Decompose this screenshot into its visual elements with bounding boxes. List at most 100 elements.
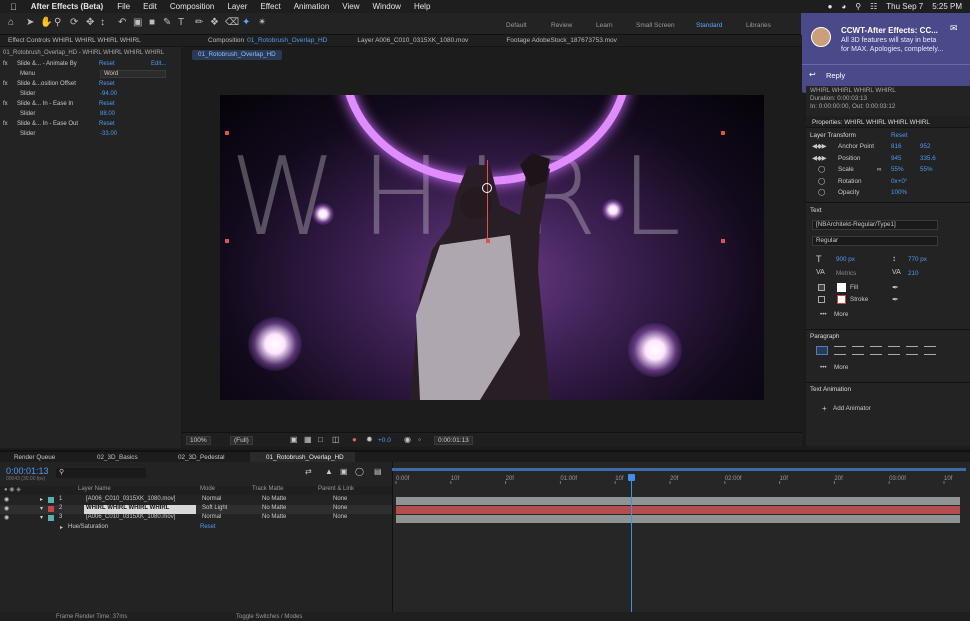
playhead-handle[interactable] [628,474,635,481]
layer-row[interactable]: ◉ ▾ 2 WHIRL WHIRL WHIRL WHIRL Soft Light… [0,505,392,514]
guides-icon[interactable]: ◫ [332,435,340,444]
stopwatch-icon[interactable]: ◯ [818,166,825,173]
reset-button[interactable]: Reset [99,81,115,87]
slider-value[interactable]: -33.00 [100,131,117,137]
composition-tab-label[interactable]: Composition [208,37,244,44]
stroke-eyedropper-icon[interactable]: ✒ [892,295,899,304]
fill-color-swatch[interactable] [837,283,846,292]
fx-icon[interactable]: fx [3,61,17,67]
position-y[interactable]: 335.6 [920,155,936,162]
transparency-grid-icon[interactable]: ▦ [304,435,312,444]
keyframe-nav-icon[interactable]: ◀◆▶ [812,143,827,150]
eye-icon[interactable]: ◉ [4,505,9,512]
reset-button[interactable]: Reset [99,121,115,127]
text-more-button[interactable]: More [834,311,848,318]
menu-file[interactable]: File [117,2,130,11]
type-tool-icon[interactable]: T [178,17,184,28]
color-channels-icon[interactable]: ● [352,435,357,444]
track-matte-dropdown[interactable]: No Matte [262,514,286,520]
mode-header[interactable]: Mode [200,486,215,492]
add-animator-button[interactable]: Add Animator [833,405,871,412]
notification-banner[interactable]: CCWT-After Effects: CC... All 3D feature… [801,13,970,93]
zoom-dropdown[interactable]: 100% [186,436,211,445]
effect-row-ease-out[interactable]: fx Slide &... In - Ease Out Reset [0,119,115,129]
reply-button[interactable]: Reply [826,71,845,80]
timeline-search-input[interactable]: ⚲ [56,468,146,478]
track-matte-header[interactable]: Track Matte [252,486,283,492]
layer-bar-1[interactable] [396,497,960,505]
app-name[interactable]: After Effects (Beta) [31,2,103,11]
composition-viewer[interactable]: WHIRL [220,95,764,400]
show-snapshot-icon[interactable]: ◦ [418,435,421,444]
workspace-default[interactable]: Default [506,22,527,29]
workspace-small-screen[interactable]: Small Screen [636,22,675,29]
zoom-tool-icon[interactable]: ⚲ [54,17,61,28]
font-size-value[interactable]: 900 px [836,256,855,263]
anchor-point-handle[interactable] [482,183,492,193]
tab-rotobrush-overlap[interactable]: 01_Rotobrush_Overlap_HD [266,454,344,461]
properties-header[interactable]: Properties: WHIRL WHIRL WHIRL WHIRL [812,119,930,126]
mask-visibility-icon[interactable]: □ [318,435,323,444]
label-color[interactable] [48,497,54,503]
menu-window[interactable]: Window [372,2,400,11]
search-icon[interactable]: ⚲ [855,2,861,11]
shy-layers-icon[interactable]: ▣ [340,467,348,476]
motion-blur-icon[interactable]: ◯ [355,467,364,476]
edit-button[interactable]: Edit... [151,61,166,67]
track-matte-dropdown[interactable]: No Matte [262,505,286,511]
exposure-value[interactable]: +0.0 [378,437,391,444]
control-center-icon[interactable]: ☷ [870,2,877,11]
slider-value[interactable]: -94.00 [100,91,117,97]
layer-name[interactable]: WHIRL WHIRL WHIRL WHIRL [86,505,169,511]
stroke-checkbox[interactable] [818,296,825,303]
layer-bar-2[interactable] [396,506,960,514]
effect-row-ease-in[interactable]: fx Slide &... In - Ease In Reset [0,99,115,109]
more-icon[interactable]: ••• [820,311,827,318]
tab-3d-pedestal[interactable]: 02_3D_Pedestal [178,454,225,461]
transform-handle[interactable] [225,131,229,135]
stopwatch-icon[interactable]: ◯ [818,178,825,185]
tab-3d-basics[interactable]: 02_3D_Basics [97,454,138,461]
expand-arrow-icon[interactable]: ▸ [40,496,43,503]
apple-icon[interactable]:  [10,2,17,12]
current-timecode[interactable]: 0:00:01:13 [6,466,49,476]
selection-tool-icon[interactable]: ➤ [26,17,34,28]
puppet-tool-icon[interactable]: ✴ [258,17,266,28]
fill-checkbox[interactable] [818,284,825,291]
transform-reset-button[interactable]: Reset [891,132,907,139]
effect-row[interactable]: ▸ Hue/Saturation Reset [0,524,392,533]
exposure-icon[interactable]: ✹ [366,435,373,444]
opacity-value[interactable]: 100% [891,189,907,196]
parent-dropdown[interactable]: None [333,514,347,520]
effect-row-animate-by[interactable]: fx Slide &... - Animate By Reset Edit... [0,59,181,69]
menu-layer[interactable]: Layer [227,2,247,11]
parent-link-header[interactable]: Parent & Link [318,486,354,492]
layer-name[interactable]: [A006_C010_0315XK_1080.mov] [86,514,175,520]
label-color[interactable] [48,515,54,521]
keyframe-nav-icon[interactable]: ◀◆▶ [812,155,827,162]
rotation-value[interactable]: 0x+0° [891,178,907,185]
layer-name[interactable]: [A006_C010_0315XK_1080.mov] [86,496,175,502]
home-icon[interactable]: ⌂ [8,17,14,28]
eye-icon[interactable]: ◉ [4,496,9,503]
comp-mini-flowchart-icon[interactable]: ⇄ [305,467,312,476]
composition-tab-name[interactable]: 01_Rotobrush_Overlap_HD [247,37,327,44]
effect-reset-button[interactable]: Reset [200,524,216,530]
align-center-button[interactable] [834,346,846,355]
menu-date[interactable]: Thu Sep 7 [886,2,923,11]
blend-mode-dropdown[interactable]: Soft Light [202,505,227,511]
workspace-standard[interactable]: Standard [696,22,722,29]
dolly-tool-icon[interactable]: ↕ [100,17,105,28]
mask-tool-icon[interactable]: ■ [149,17,155,28]
menu-view[interactable]: View [342,2,359,11]
font-style-dropdown[interactable]: Regular [812,236,938,246]
eraser-tool-icon[interactable]: ⌫ [225,17,239,28]
align-right-button[interactable] [852,346,864,355]
layer-bar-3[interactable] [396,515,960,523]
reset-button[interactable]: Reset [99,101,115,107]
menu-animation[interactable]: Animation [294,2,330,11]
workspace-learn[interactable]: Learn [596,22,613,29]
layer-row[interactable]: ◉ ▾ 3 [A006_C010_0315XK_1080.mov] Normal… [0,514,392,523]
fx-icon[interactable]: fx [3,121,17,127]
snapshot-icon[interactable]: ◉ [404,435,411,444]
